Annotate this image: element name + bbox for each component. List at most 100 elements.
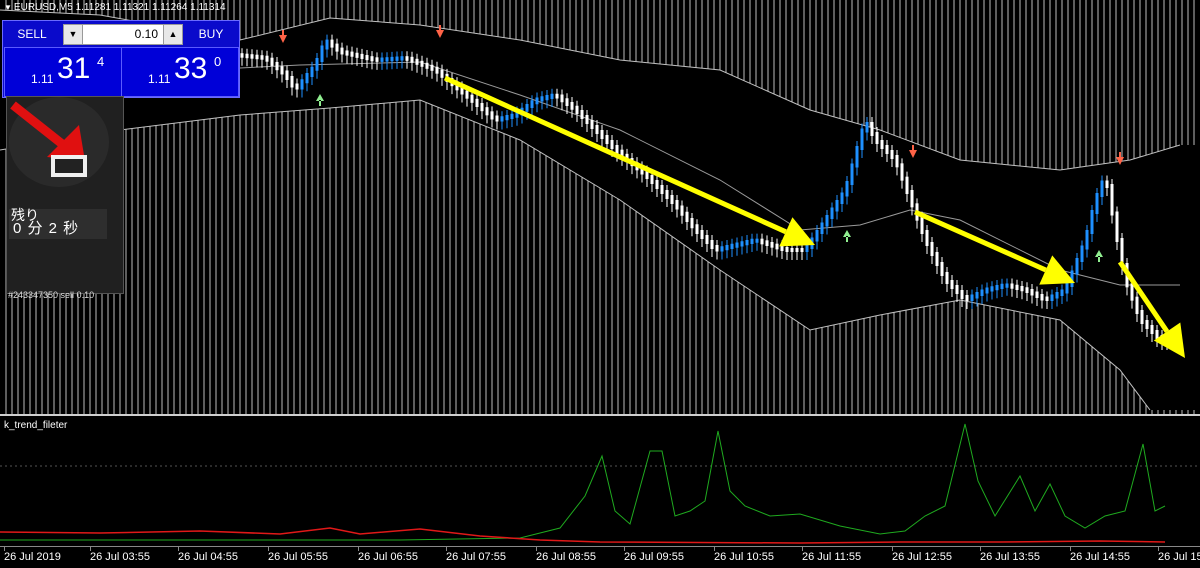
bear-candle bbox=[245, 53, 249, 59]
lot-size-input[interactable]: ▼ 0.10 ▲ bbox=[63, 24, 183, 45]
bull-candle bbox=[830, 207, 834, 219]
bear-candle bbox=[480, 103, 484, 112]
bear-candle bbox=[765, 240, 769, 246]
red-indicator-line bbox=[0, 527, 1166, 544]
bull-candle bbox=[825, 215, 829, 227]
trend-arrow-shaft bbox=[913, 209, 1047, 273]
bull-candle bbox=[320, 45, 324, 62]
bear-candle bbox=[240, 53, 244, 58]
sell-signal-arrow-icon bbox=[436, 25, 444, 38]
bear-candle bbox=[885, 145, 889, 154]
bear-candle bbox=[615, 145, 619, 154]
bear-candle bbox=[790, 248, 794, 252]
signal-timer-widget: 残り 0 分 2 秒 bbox=[6, 96, 124, 294]
time-axis-label: 26 Jul 07:55 bbox=[446, 551, 506, 563]
sell-price-button[interactable]: 1.11 31 4 bbox=[4, 47, 122, 97]
green-indicator-line bbox=[0, 423, 1166, 541]
buy-signal-arrow-icon bbox=[316, 94, 324, 106]
time-axis-tick bbox=[624, 547, 625, 551]
bear-candle bbox=[330, 39, 334, 48]
bear-candle bbox=[490, 111, 494, 120]
bull-candle bbox=[840, 192, 844, 204]
timer-countdown: 0 分 2 秒 bbox=[13, 220, 80, 237]
bear-candle bbox=[430, 64, 434, 71]
symbol-info-text: EURUSD,M5 1.11281 1.11321 1.11264 1.1131… bbox=[13, 2, 226, 13]
bull-candle bbox=[1055, 292, 1059, 299]
time-axis-label: 26 Jul 04:55 bbox=[178, 551, 238, 563]
bear-candle bbox=[250, 54, 254, 59]
bear-candle bbox=[870, 122, 874, 136]
bull-candle bbox=[310, 66, 314, 77]
bear-candle bbox=[1130, 283, 1134, 301]
bear-candle bbox=[570, 102, 574, 110]
lot-size-value[interactable]: 0.10 bbox=[84, 25, 162, 44]
bull-candle bbox=[725, 245, 729, 251]
bear-candle bbox=[365, 55, 369, 61]
bear-candle bbox=[895, 155, 899, 168]
bull-candle bbox=[1050, 294, 1054, 301]
buy-button[interactable]: BUY bbox=[185, 23, 237, 45]
bear-candle bbox=[580, 110, 584, 119]
indicator-subwindow-chart[interactable] bbox=[0, 416, 1200, 546]
bull-candle bbox=[855, 146, 859, 168]
sell-button[interactable]: SELL bbox=[5, 23, 59, 45]
bull-candle bbox=[740, 241, 744, 247]
bear-candle bbox=[280, 66, 284, 75]
bull-candle bbox=[975, 292, 979, 299]
bear-candle bbox=[560, 94, 564, 103]
bear-candle bbox=[260, 55, 264, 60]
bull-candle bbox=[380, 57, 384, 62]
bear-candle bbox=[960, 290, 964, 299]
bear-candle bbox=[340, 47, 344, 55]
bear-candle bbox=[795, 248, 799, 252]
bull-candle bbox=[850, 163, 854, 185]
bear-candle bbox=[405, 56, 409, 61]
time-axis-tick bbox=[980, 547, 981, 551]
bear-candle bbox=[1115, 211, 1119, 242]
bull-candle bbox=[385, 57, 389, 62]
bear-candle bbox=[485, 107, 489, 116]
time-axis-label: 26 Jul 11:55 bbox=[802, 551, 862, 563]
bear-candle bbox=[675, 200, 679, 210]
bull-candle bbox=[1090, 210, 1094, 234]
bear-candle bbox=[760, 238, 764, 245]
trend-arrow-shaft bbox=[1117, 260, 1170, 333]
bear-candle bbox=[420, 60, 424, 67]
bear-candle bbox=[265, 55, 269, 62]
bull-candle bbox=[315, 58, 319, 71]
bull-candle bbox=[1080, 245, 1084, 262]
bull-candle bbox=[985, 287, 989, 294]
bear-candle bbox=[375, 57, 379, 62]
bull-candle bbox=[750, 238, 754, 244]
bear-candle bbox=[285, 70, 289, 80]
bull-candle bbox=[755, 238, 759, 243]
time-axis-tick bbox=[90, 547, 91, 551]
bull-candle bbox=[530, 100, 534, 108]
bull-candle bbox=[1065, 283, 1069, 294]
time-axis-label: 26 Jul 13:55 bbox=[980, 551, 1040, 563]
buy-price-fraction: 0 bbox=[214, 54, 222, 69]
time-axis-tick bbox=[4, 547, 5, 551]
buy-price-button[interactable]: 1.11 33 0 bbox=[121, 47, 239, 97]
symbol-triangle-icon[interactable]: ▼ bbox=[4, 3, 12, 12]
bear-candle bbox=[965, 295, 969, 301]
bull-candle bbox=[845, 181, 849, 197]
bull-candle bbox=[550, 93, 554, 99]
bull-candle bbox=[990, 286, 994, 292]
bear-candle bbox=[425, 62, 429, 69]
order-line-label[interactable]: #243347350 sell 0.10 bbox=[8, 290, 94, 300]
lot-decrease-icon[interactable]: ▼ bbox=[64, 25, 83, 44]
bear-candle bbox=[685, 211, 689, 222]
bear-candle bbox=[360, 53, 364, 60]
sell-signal-arrow-icon bbox=[909, 145, 917, 158]
trend-arrow-head-icon bbox=[1153, 322, 1185, 358]
bear-candle bbox=[705, 235, 709, 244]
time-axis-label: 26 Jul 05:55 bbox=[268, 551, 328, 563]
lot-increase-icon[interactable]: ▲ bbox=[163, 25, 182, 44]
time-axis-label: 26 Jul 09:55 bbox=[624, 551, 684, 563]
bull-candle bbox=[1095, 193, 1099, 214]
bear-candle bbox=[440, 69, 444, 78]
bear-candle bbox=[1045, 296, 1049, 301]
bear-candle bbox=[950, 280, 954, 289]
red-arrow-down-right-icon bbox=[10, 101, 87, 177]
